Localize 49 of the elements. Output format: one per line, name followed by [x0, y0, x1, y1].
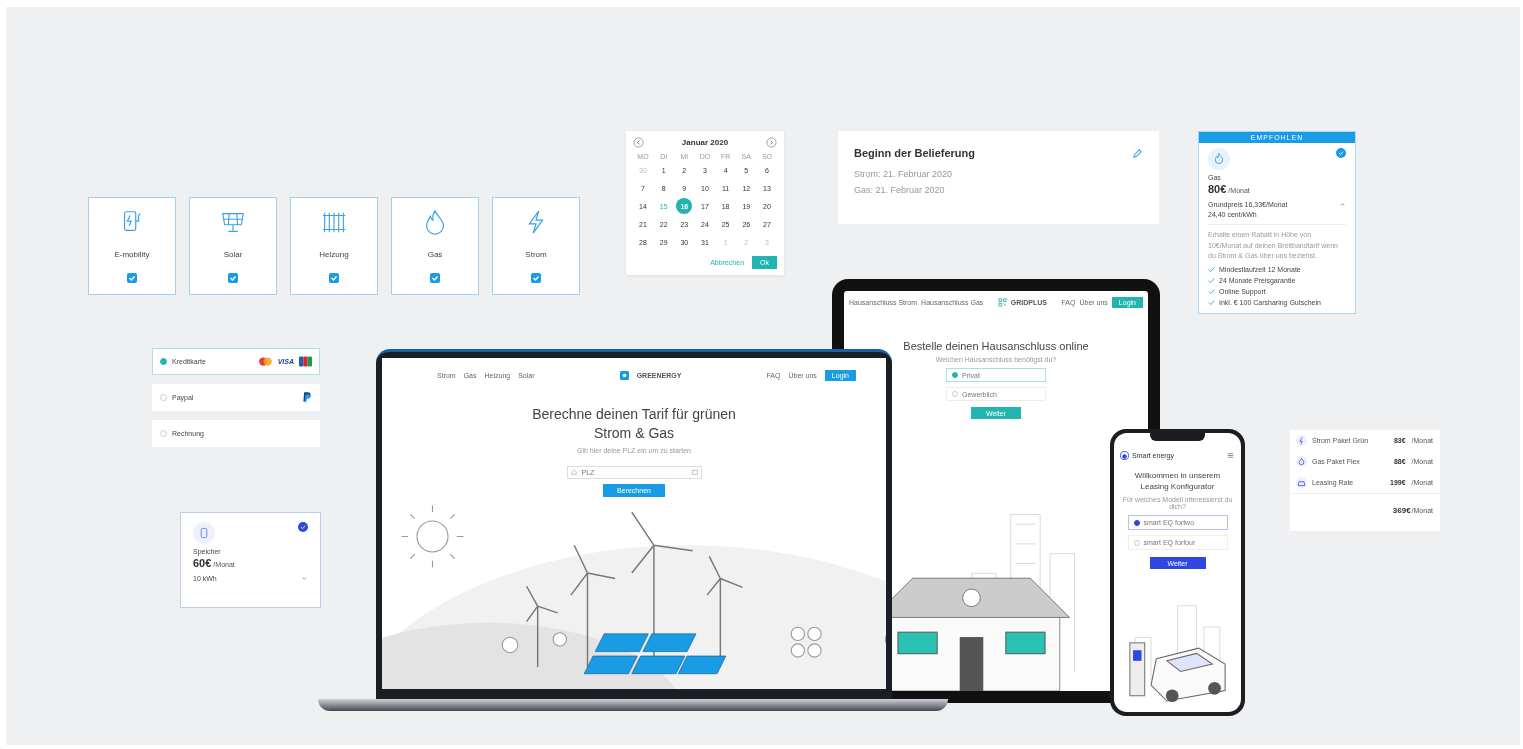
overlapping-circles-icon	[257, 357, 273, 366]
tariff-card[interactable]	[1198, 131, 1356, 314]
tile-label: Strom	[525, 250, 547, 259]
price: 80€	[1208, 183, 1227, 195]
calendar-icon	[691, 469, 698, 476]
lightning-icon	[1296, 435, 1307, 446]
page-headline: Berechne deinen Tarif für grünen Strom & Gas	[531, 405, 737, 443]
card-title: Beginn der Belieferung	[854, 147, 976, 159]
logo-icon	[619, 371, 629, 380]
checkbox[interactable]	[430, 273, 440, 283]
striped-card-icon	[299, 356, 312, 367]
tile-label: Gas	[427, 250, 443, 259]
delivery-date: Gas: 21. Februar 2020	[854, 185, 946, 195]
category-tile[interactable]: Heizung	[290, 197, 378, 295]
previous-month-icon[interactable]	[633, 137, 644, 148]
tile-label: Solar	[223, 250, 243, 259]
page-headline: Bestelle deinen Hausanschluss online	[903, 340, 1089, 352]
p-logo-icon	[302, 390, 312, 405]
car-icon	[1296, 477, 1307, 488]
delivery-date: Strom: 21. Februar 2020	[854, 169, 954, 179]
caret-icon[interactable]	[1339, 201, 1346, 208]
caret-icon[interactable]	[301, 575, 308, 582]
edit-icon[interactable]	[1132, 147, 1143, 159]
checkbox[interactable]	[127, 273, 137, 283]
logo-icon	[1120, 451, 1129, 460]
radio-button[interactable]	[1133, 519, 1140, 526]
category-tile[interactable]: Strom	[492, 197, 580, 295]
category-tile[interactable]: Gas	[391, 197, 479, 295]
checkbox[interactable]	[228, 273, 238, 283]
month-title: Januar 2020	[681, 138, 729, 147]
category-tile[interactable]: E-mobility	[88, 197, 176, 295]
tile-label: E-mobility	[114, 250, 150, 259]
next-month-icon[interactable]	[766, 137, 777, 148]
grid-logo-icon	[997, 298, 1007, 307]
checkbox[interactable]	[329, 273, 339, 283]
home-icon	[570, 469, 577, 476]
checkbox[interactable]	[531, 273, 541, 283]
category-tile[interactable]: Solar	[189, 197, 277, 295]
price: 60€	[193, 557, 212, 569]
total-price: 369€	[1392, 506, 1411, 515]
menu-icon[interactable]	[1226, 451, 1235, 460]
phone-notch	[1150, 433, 1205, 441]
flame-icon	[1208, 148, 1230, 170]
battery-icon	[193, 522, 215, 544]
radio-button[interactable]	[952, 372, 958, 378]
flame-icon	[1296, 456, 1307, 467]
tile-label: Heizung	[319, 250, 349, 259]
radio-button[interactable]	[160, 358, 167, 365]
page-headline: Willkommen in unserem Leasing Konfigurator	[1133, 470, 1222, 493]
